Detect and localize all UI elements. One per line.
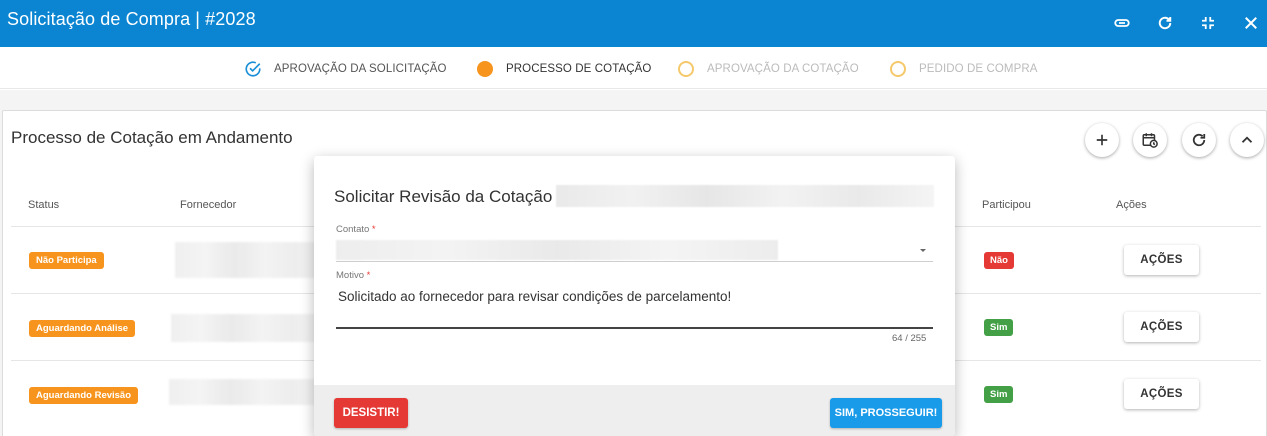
- redacted-supplier: [175, 242, 325, 278]
- confirm-button[interactable]: SIM, PROSSEGUIR!: [830, 398, 942, 428]
- process-stepper: APROVAÇÃO DA SOLICITAÇÃO PROCESSO DE COT…: [0, 47, 1267, 89]
- status-badge: Aguardando Análise: [29, 320, 136, 337]
- contato-select[interactable]: [336, 240, 778, 260]
- plus-icon: [1096, 134, 1108, 146]
- active-step-dot-icon: [477, 61, 493, 77]
- redacted-quotation-id: [556, 185, 934, 207]
- step-label: APROVAÇÃO DA COTAÇÃO: [707, 63, 859, 75]
- cancel-button[interactable]: DESISTIR!: [334, 398, 408, 428]
- participation-badge: Sim: [984, 386, 1014, 403]
- actions-button[interactable]: AÇÕES: [1124, 245, 1199, 275]
- step-label: PEDIDO DE COMPRA: [919, 63, 1038, 75]
- panel-title: Processo de Cotação em Andamento: [11, 128, 293, 147]
- schedule-button[interactable]: [1133, 123, 1167, 157]
- pending-step-circle-icon: [678, 61, 694, 77]
- refresh-list-button[interactable]: [1182, 123, 1216, 157]
- collapse-icon[interactable]: [1193, 8, 1223, 38]
- actions-button[interactable]: AÇÕES: [1124, 312, 1199, 342]
- contato-label: Contato *: [336, 224, 376, 235]
- dialog-title: Solicitar Revisão da Cotação |: [334, 187, 562, 206]
- step-label: APROVAÇÃO DA SOLICITAÇÃO: [274, 63, 447, 75]
- motivo-label: Motivo *: [336, 270, 371, 281]
- actions-button[interactable]: AÇÕES: [1124, 379, 1199, 409]
- contato-underline: [336, 261, 933, 262]
- motivo-textarea[interactable]: Solicitado ao fornecedor para revisar co…: [338, 289, 731, 304]
- dialog-footer: DESISTIR! SIM, PROSSEGUIR!: [314, 385, 955, 436]
- add-button[interactable]: [1085, 123, 1119, 157]
- step-pedido-compra: PEDIDO DE COMPRA: [890, 60, 1038, 78]
- column-header-fornecedor: Fornecedor: [180, 199, 237, 211]
- step-aprovacao-cotacao: APROVAÇÃO DA COTAÇÃO: [678, 60, 859, 78]
- calendar-clock-icon: [1142, 133, 1158, 148]
- column-header-participou: Participou: [982, 199, 1031, 211]
- character-counter: 64 / 255: [892, 333, 927, 344]
- refresh-icon: [1192, 133, 1206, 147]
- status-badge: Aguardando Revisão: [29, 387, 139, 404]
- participation-badge: Não: [984, 252, 1014, 269]
- redacted-supplier: [171, 314, 323, 342]
- window-title: Solicitação de Compra | #2028: [7, 9, 256, 29]
- title-bar: Solicitação de Compra | #2028: [0, 0, 1267, 47]
- step-label: PROCESSO DE COTAÇÃO: [506, 63, 652, 75]
- participation-badge: Sim: [984, 319, 1014, 336]
- motivo-underline: [336, 327, 933, 329]
- step-aprovacao-solicitacao: APROVAÇÃO DA SOLICITAÇÃO: [245, 60, 447, 78]
- revision-request-dialog: Solicitar Revisão da Cotação | Contato *…: [314, 156, 955, 436]
- close-icon[interactable]: [1236, 8, 1266, 38]
- refresh-icon[interactable]: [1150, 8, 1180, 38]
- pending-step-circle-icon: [890, 61, 906, 77]
- column-header-acoes: Ações: [1116, 199, 1147, 211]
- column-header-status: Status: [28, 199, 60, 211]
- redacted-supplier: [169, 379, 323, 405]
- step-processo-cotacao: PROCESSO DE COTAÇÃO: [477, 60, 651, 78]
- status-badge: Não Participa: [29, 252, 104, 269]
- dropdown-arrow-icon[interactable]: [917, 244, 929, 256]
- paperclip-icon[interactable]: [1107, 8, 1137, 38]
- collapse-panel-button[interactable]: [1230, 123, 1264, 157]
- chevron-up-icon: [1241, 136, 1253, 143]
- check-circle-icon: [245, 61, 261, 77]
